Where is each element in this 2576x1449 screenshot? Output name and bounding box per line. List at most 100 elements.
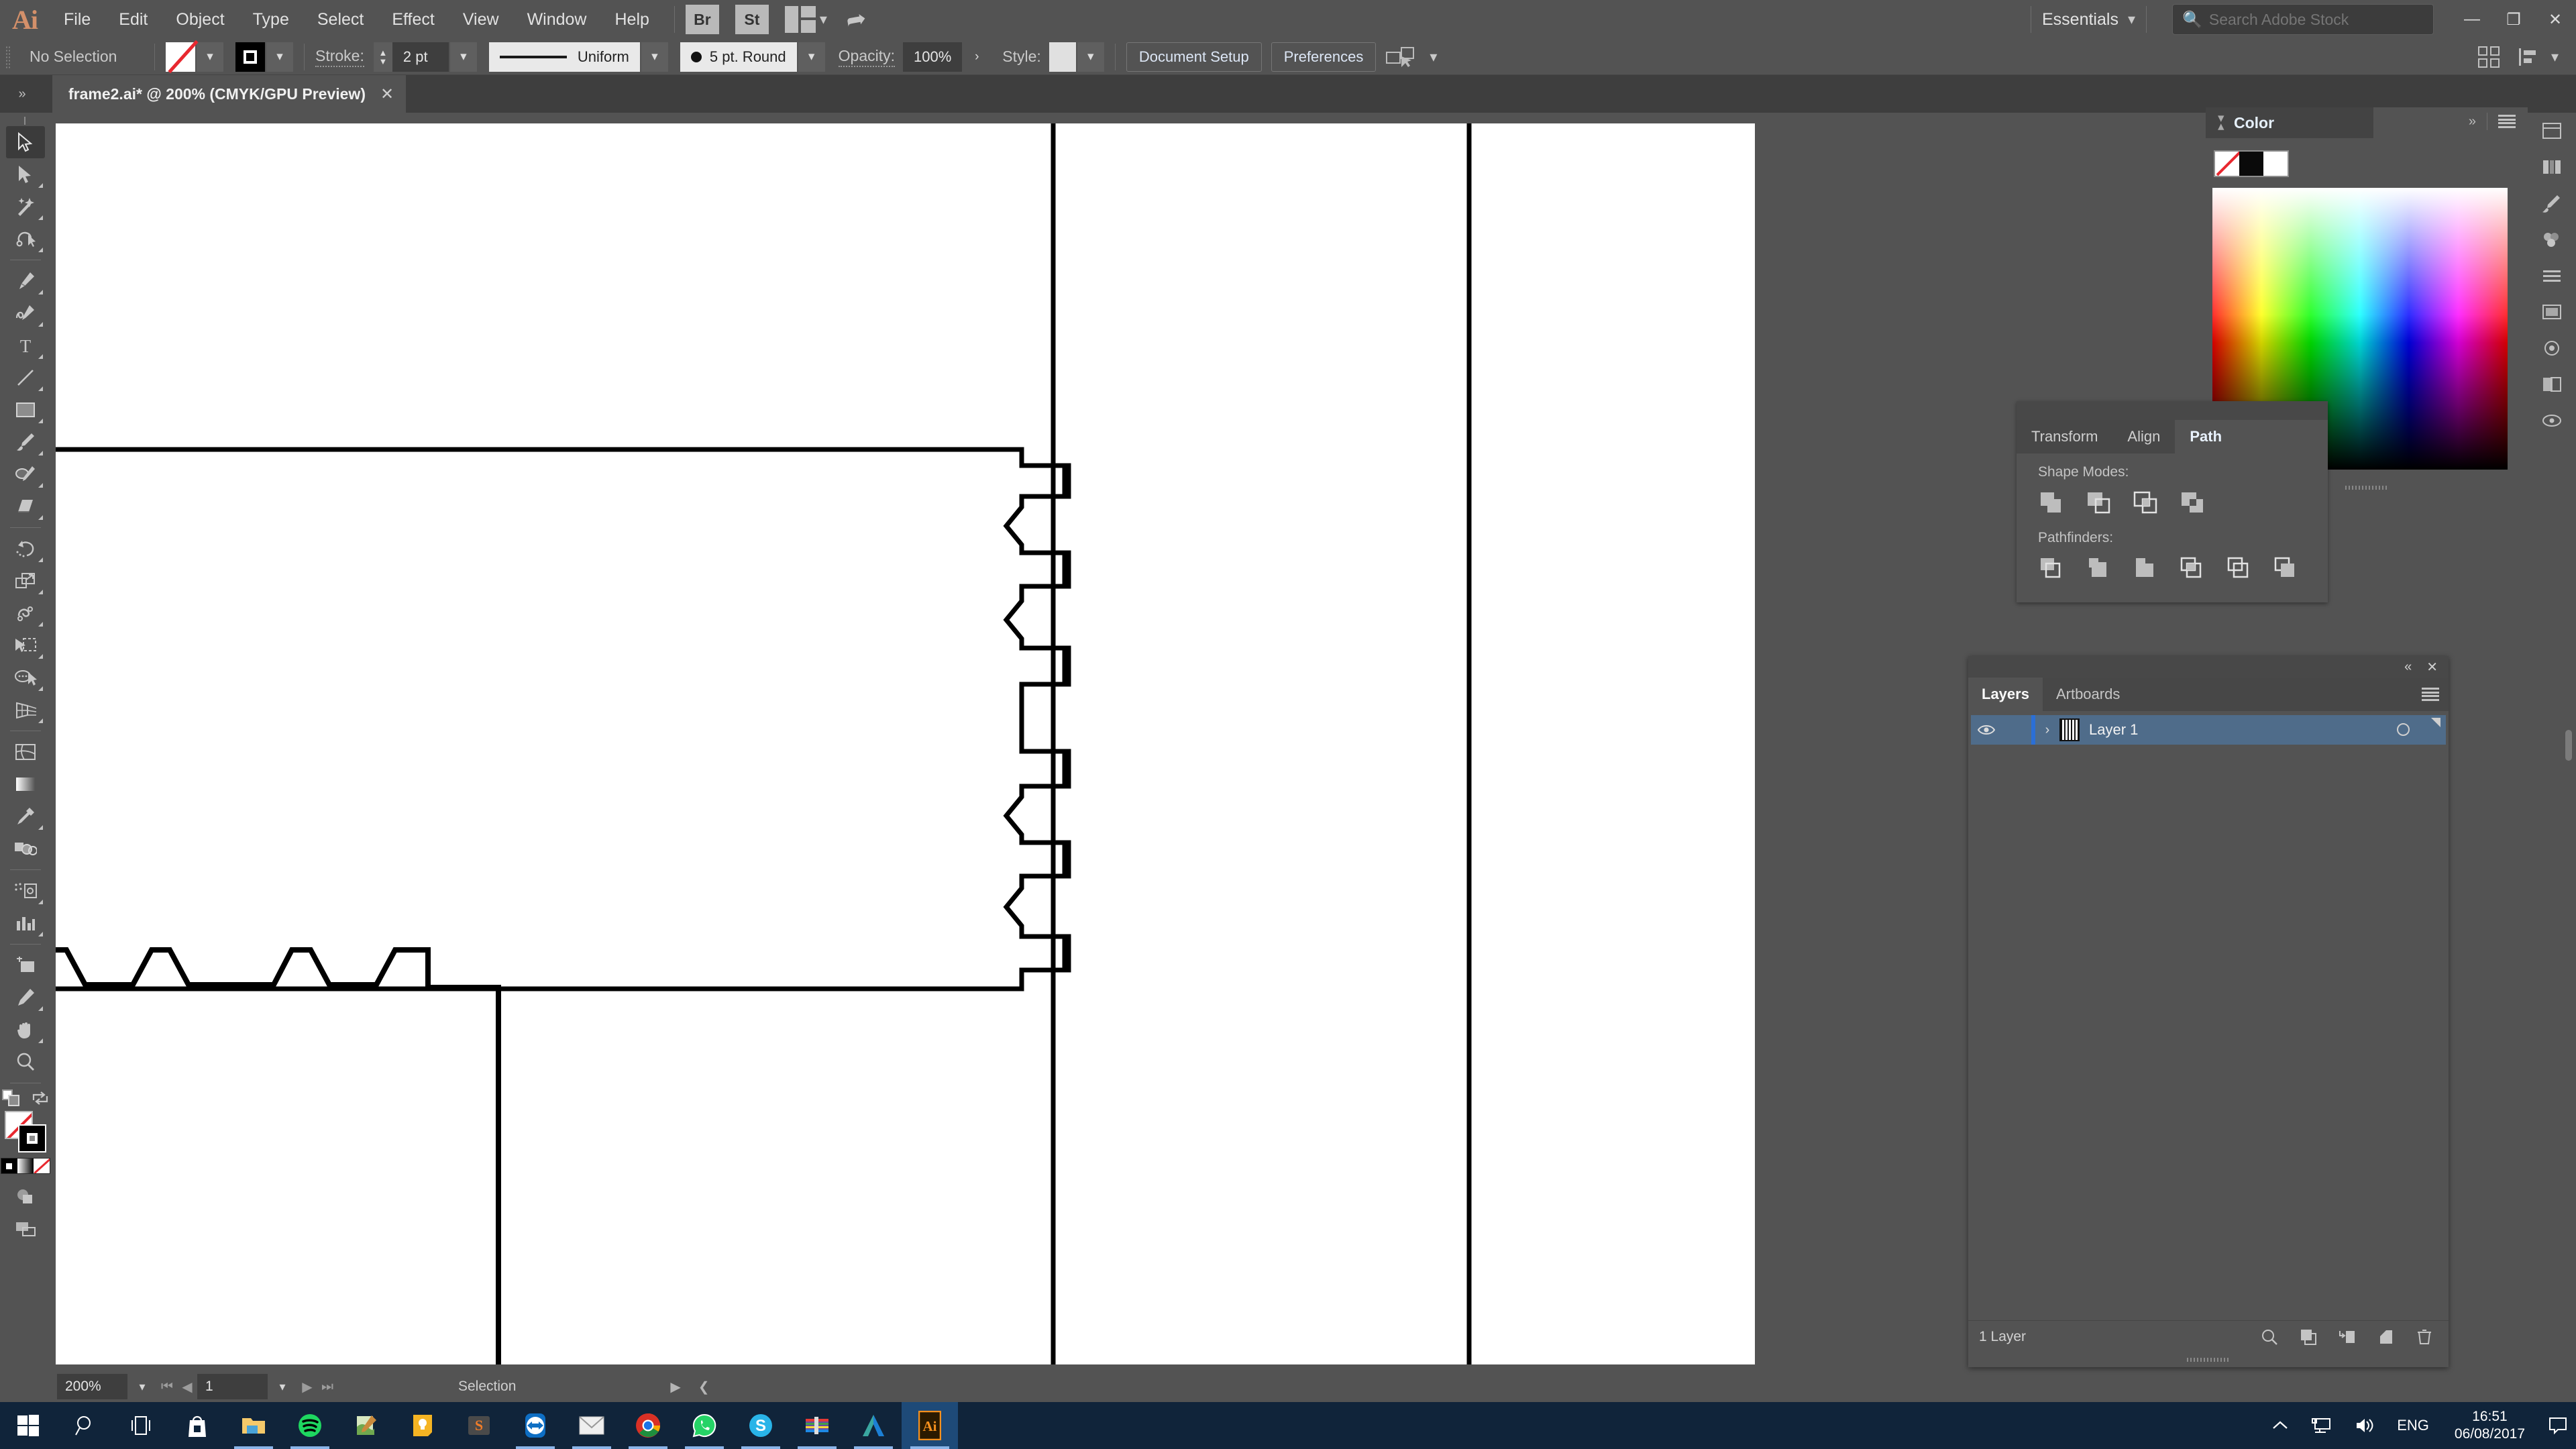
color-panel-cycle-icon[interactable]: ▾ ▴ — [2218, 112, 2224, 133]
fill-swatch[interactable] — [166, 42, 195, 72]
minus-back-button[interactable] — [2273, 555, 2302, 582]
outline-button[interactable] — [2226, 555, 2255, 582]
select-similar-objects-icon[interactable] — [1385, 46, 1420, 68]
delete-selection-icon[interactable] — [2416, 1328, 2432, 1346]
merge-button[interactable] — [2132, 555, 2161, 582]
stroke-profile-field[interactable]: Uniform — [488, 42, 640, 72]
notepad-icon[interactable] — [338, 1402, 394, 1449]
stroke-profile-chevron-down-icon[interactable]: ▾ — [641, 42, 668, 72]
magic-wand-tool[interactable] — [6, 191, 45, 223]
menu-object[interactable]: Object — [162, 0, 238, 39]
color-fill-mode-button[interactable] — [1, 1159, 17, 1173]
column-graph-tool[interactable] — [6, 907, 45, 939]
tab-transform[interactable]: Transform — [2017, 420, 2113, 453]
mesh-tool[interactable] — [6, 736, 45, 768]
graphic-style-swatch[interactable] — [1049, 42, 1076, 72]
align-chevron-down-icon[interactable]: ▾ — [2551, 48, 2559, 66]
stroke-panel-icon[interactable] — [2528, 258, 2576, 294]
microsoft-store-icon[interactable] — [169, 1402, 225, 1449]
brush-definition-chevron-down-icon[interactable]: ▾ — [798, 42, 825, 72]
menu-file[interactable]: File — [50, 0, 105, 39]
screen-mode-icon[interactable] — [6, 1213, 45, 1245]
close-button[interactable]: ✕ — [2534, 0, 2576, 39]
first-artboard-icon[interactable]: ⏮ — [157, 1379, 177, 1395]
visibility-eye-icon[interactable] — [1971, 723, 2002, 737]
color-panel-collapse-icon[interactable]: » — [2469, 114, 2476, 129]
brushes-panel-icon[interactable] — [2528, 185, 2576, 221]
eyedropper-tool[interactable] — [6, 800, 45, 833]
color-swatch-white[interactable] — [2263, 152, 2288, 176]
blend-tool[interactable] — [6, 833, 45, 865]
pen-tool[interactable] — [6, 265, 45, 297]
color-panel-menu-icon[interactable] — [2498, 115, 2516, 128]
menu-select[interactable]: Select — [303, 0, 378, 39]
opacity-field[interactable]: 100% — [903, 42, 963, 72]
search-input[interactable] — [2208, 10, 2424, 29]
menu-view[interactable]: View — [449, 0, 513, 39]
zoom-chevron-down-icon[interactable]: ▾ — [127, 1374, 157, 1399]
artboard-chevron-down-icon[interactable]: ▾ — [268, 1374, 297, 1399]
intersect-button[interactable] — [2132, 490, 2161, 517]
drawing-mode-icon[interactable] — [6, 1181, 45, 1213]
chevron-down-icon[interactable]: ▾ — [820, 11, 827, 28]
selection-tool[interactable] — [5, 126, 45, 158]
slice-tool[interactable] — [6, 981, 45, 1014]
table-row[interactable]: › Layer 1 — [1971, 715, 2446, 745]
zoom-level-field[interactable]: 200% — [57, 1374, 127, 1399]
tab-layers[interactable]: Layers — [1968, 678, 2043, 711]
panel-scrollbar-thumb[interactable] — [2565, 730, 2572, 761]
appearance-panel-icon[interactable] — [2528, 402, 2576, 439]
rocket-icon[interactable]: ➦ — [844, 4, 869, 36]
exclude-button[interactable] — [2179, 490, 2208, 517]
create-new-layer-icon[interactable] — [2377, 1328, 2395, 1346]
stock-search-box[interactable]: 🔍 — [2172, 4, 2434, 35]
default-fill-stroke-icon[interactable] — [1, 1089, 21, 1107]
shaper-tool[interactable] — [6, 458, 45, 490]
fill-dropdown-chevron-down-icon[interactable]: ▾ — [197, 42, 223, 72]
menu-window[interactable]: Window — [513, 0, 601, 39]
create-new-sublayer-icon[interactable] — [2339, 1328, 2356, 1346]
google-chrome-icon[interactable] — [620, 1402, 676, 1449]
symbols-panel-icon[interactable] — [2528, 330, 2576, 366]
transparency-panel-icon[interactable] — [2528, 366, 2576, 402]
stroke-weight-chevron-down-icon[interactable]: ▾ — [449, 42, 477, 72]
pathfinder-panel[interactable]: Transform Align Path Shape Modes: Pathfi… — [2017, 401, 2328, 602]
opacity-expand-icon[interactable]: › — [963, 42, 991, 72]
hand-tool[interactable] — [6, 1014, 45, 1046]
libraries-panel-icon[interactable] — [2528, 149, 2576, 185]
scale-tool[interactable] — [6, 565, 45, 597]
status-collapse-icon[interactable]: ❮ — [698, 1379, 710, 1395]
properties-panel-icon[interactable] — [2528, 113, 2576, 149]
divide-button[interactable] — [2038, 555, 2068, 582]
make-clipping-mask-icon[interactable] — [2300, 1328, 2317, 1346]
rectangle-tool[interactable] — [6, 394, 45, 426]
perspective-grid-tool[interactable] — [6, 694, 45, 726]
file-explorer-icon[interactable] — [225, 1402, 282, 1449]
align-icon[interactable] — [2518, 47, 2538, 67]
curvature-tool[interactable] — [6, 297, 45, 329]
menu-type[interactable]: Type — [239, 0, 303, 39]
opacity-label[interactable]: Opacity: — [838, 47, 896, 67]
preferences-button[interactable]: Preferences — [1271, 42, 1377, 72]
direct-selection-tool[interactable] — [6, 158, 45, 191]
tab-artboards[interactable]: Artboards — [2043, 678, 2133, 711]
zoom-tool[interactable] — [6, 1046, 45, 1078]
document-tab-close-icon[interactable]: ✕ — [380, 85, 394, 104]
document-setup-button[interactable]: Document Setup — [1126, 42, 1262, 72]
crop-button[interactable] — [2179, 555, 2208, 582]
tab-pathfinder[interactable]: Path — [2175, 420, 2237, 453]
teamviewer-icon[interactable] — [507, 1402, 564, 1449]
shape-builder-tool[interactable] — [6, 661, 45, 694]
skype-icon[interactable]: S — [733, 1402, 789, 1449]
layer-expand-icon[interactable]: › — [2035, 722, 2059, 738]
artboard-tool[interactable] — [6, 949, 45, 981]
adobe-illustrator-icon[interactable]: Ai — [902, 1402, 958, 1449]
locate-object-icon[interactable] — [2261, 1328, 2278, 1346]
menu-edit[interactable]: Edit — [105, 0, 162, 39]
prev-artboard-icon[interactable]: ◀ — [177, 1379, 197, 1395]
volume-icon[interactable] — [2343, 1417, 2386, 1434]
tab-align[interactable]: Align — [2112, 420, 2176, 453]
workspace-chevron-down-icon[interactable]: ▾ — [2128, 11, 2135, 28]
layers-panel-close-icon[interactable]: ✕ — [2426, 659, 2438, 676]
select-similar-chevron-down-icon[interactable]: ▾ — [1430, 48, 1437, 66]
